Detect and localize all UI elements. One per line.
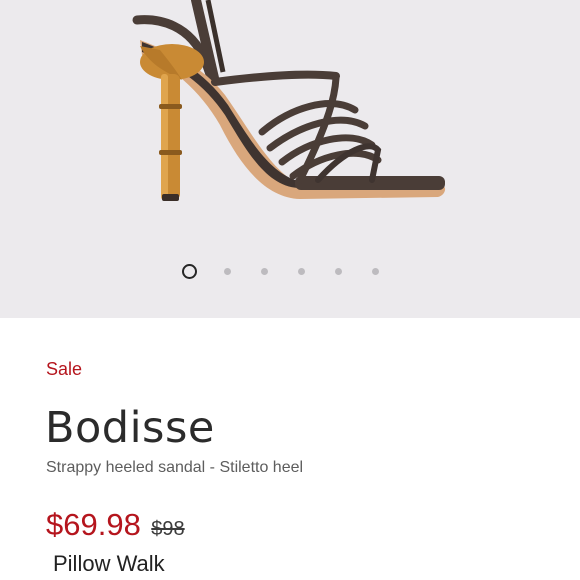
pagination-dot-6[interactable]: [372, 268, 379, 275]
pagination-dot-1[interactable]: [182, 264, 197, 279]
sale-badge: Sale: [46, 359, 83, 379]
gallery-pagination: [0, 264, 580, 280]
product-name: Bodisse: [45, 403, 215, 453]
original-price: $98: [151, 518, 185, 540]
sale-price: $69.98: [46, 507, 141, 542]
pagination-dot-2[interactable]: [224, 268, 231, 275]
product-description: Strappy heeled sandal - Stiletto heel: [46, 459, 304, 476]
product-gallery[interactable]: [0, 0, 580, 318]
product-info: Sale Bodisse Strappy heeled sandal - Sti…: [0, 318, 580, 580]
pagination-dot-4[interactable]: [298, 268, 305, 275]
pagination-dot-5[interactable]: [335, 268, 342, 275]
feature-tag: Pillow Walk: [53, 551, 165, 576]
pagination-dot-3[interactable]: [261, 268, 268, 275]
price-row: $69.98 $98: [46, 507, 185, 543]
